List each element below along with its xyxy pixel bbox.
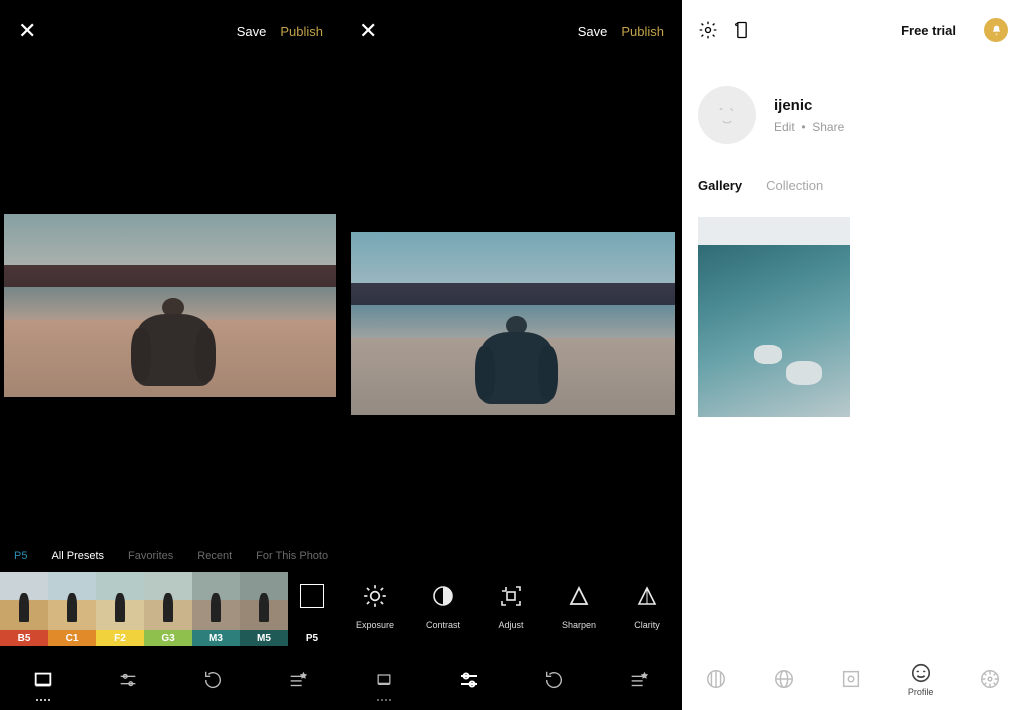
exposure-icon [361,582,389,610]
clarity-icon [633,582,661,610]
sharpen-icon [565,582,593,610]
nav-sliders-icon[interactable] [456,667,482,693]
photo-preview[interactable] [4,214,336,397]
username: ijenic [774,97,844,114]
nav-members-icon[interactable] [979,668,1001,690]
adjust-label: Sharpen [562,620,596,630]
adjust-label: Exposure [356,620,394,630]
tab-favorites[interactable]: Favorites [128,550,173,562]
preset-m5[interactable]: M5 [240,572,288,646]
nav-history-icon[interactable] [200,667,226,693]
add-to-home-icon[interactable] [732,20,752,40]
adjust-sharpen[interactable]: Sharpen [545,582,613,630]
adjust-label: Contrast [426,620,460,630]
tab-all-presets[interactable]: All Presets [51,550,104,562]
nav-profile-icon[interactable]: Profile [908,662,934,697]
nav-recipes-icon[interactable] [285,667,311,693]
nav-sliders-icon[interactable] [115,667,141,693]
active-preset-code: P5 [14,550,27,562]
app-bottom-nav: Profile [682,648,1024,710]
save-button[interactable]: Save [578,24,608,39]
editor-bottom-nav [0,650,341,710]
preset-f2[interactable]: F2 [96,572,144,646]
settings-gear-icon[interactable] [698,20,718,40]
gallery-photo[interactable] [698,217,850,417]
close-button[interactable]: ✕ [18,18,36,44]
gallery-grid [682,201,1024,433]
publish-button[interactable]: Publish [621,24,664,39]
tab-for-this-photo[interactable]: For This Photo [256,550,328,562]
contrast-icon [429,582,457,610]
save-button[interactable]: Save [237,24,267,39]
nav-feed-icon[interactable] [705,668,727,690]
profile-tabs: Gallery Collection [682,166,1024,201]
editor-bottom-nav [341,650,682,710]
free-trial-button[interactable]: Free trial [901,23,956,38]
adjust-label: Adjust [498,620,523,630]
nav-discover-icon[interactable] [773,668,795,690]
adjust-label: Clarity [634,620,660,630]
notifications-bell-icon[interactable] [984,18,1008,42]
tab-recent[interactable]: Recent [197,550,232,562]
preset-tabs: P5 All Presets Favorites Recent For This… [0,550,341,562]
nav-history-icon[interactable] [541,667,567,693]
nav-profile-label: Profile [908,687,934,697]
edit-profile-link[interactable]: Edit [774,120,795,134]
tab-gallery[interactable]: Gallery [698,178,742,201]
adjust-icon [497,582,525,610]
preset-m3[interactable]: M3 [192,572,240,646]
nav-presets-icon[interactable] [371,667,397,693]
adjust-clarity[interactable]: Clarity [613,582,681,630]
preset-strip[interactable]: B5C1F2G3M3M5P5 [0,572,341,646]
nav-recipes-icon[interactable] [626,667,652,693]
preset-c1[interactable]: C1 [48,572,96,646]
avatar[interactable] [698,86,756,144]
adjust-contrast[interactable]: Contrast [409,582,477,630]
tab-collection[interactable]: Collection [766,178,823,201]
preset-b5[interactable]: B5 [0,572,48,646]
adjust-exposure[interactable]: Exposure [341,582,409,630]
publish-button[interactable]: Publish [280,24,323,39]
adjust-adjust[interactable]: Adjust [477,582,545,630]
user-actions: Edit • Share [774,120,844,134]
nav-presets-icon[interactable] [30,667,56,693]
profile-header: ijenic Edit • Share [682,60,1024,166]
preset-p5[interactable]: P5 [288,572,336,646]
preset-g3[interactable]: G3 [144,572,192,646]
close-button[interactable]: ✕ [359,18,377,44]
share-profile-link[interactable]: Share [812,120,844,134]
photo-preview[interactable] [351,232,675,415]
nav-studio-icon[interactable] [840,668,862,690]
adjustment-tools: ExposureContrastAdjustSharpenClaritySatu… [341,566,682,646]
